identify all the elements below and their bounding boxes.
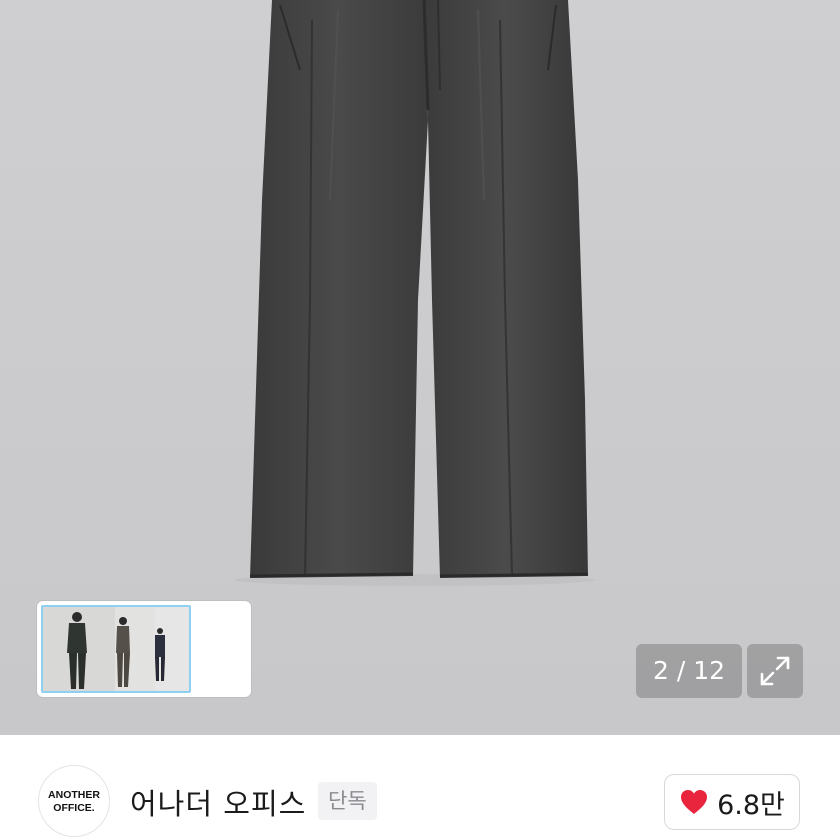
like-count: 6.8만 <box>717 789 785 821</box>
svg-text:ANOTHER: ANOTHER <box>48 789 100 801</box>
brand-name[interactable]: 어나더 오피스 <box>130 781 306 823</box>
brand-logo[interactable]: ANOTHER OFFICE. <box>38 765 110 837</box>
expand-button[interactable] <box>747 644 803 698</box>
product-image[interactable]: 2 / 12 <box>0 0 840 735</box>
image-counter: 2 / 12 <box>636 644 742 698</box>
thumbnail-strip <box>37 601 251 697</box>
exclusive-badge: 단독 <box>318 782 377 820</box>
svg-text:OFFICE.: OFFICE. <box>53 802 94 814</box>
like-button[interactable]: 6.8만 <box>664 774 800 830</box>
heart-icon <box>681 790 708 814</box>
expand-arrows-icon <box>760 656 790 686</box>
another-office-logo: ANOTHER OFFICE. <box>48 789 100 814</box>
thumbnail-active[interactable] <box>41 605 191 693</box>
outfit-photo-thumbnail <box>43 607 189 691</box>
